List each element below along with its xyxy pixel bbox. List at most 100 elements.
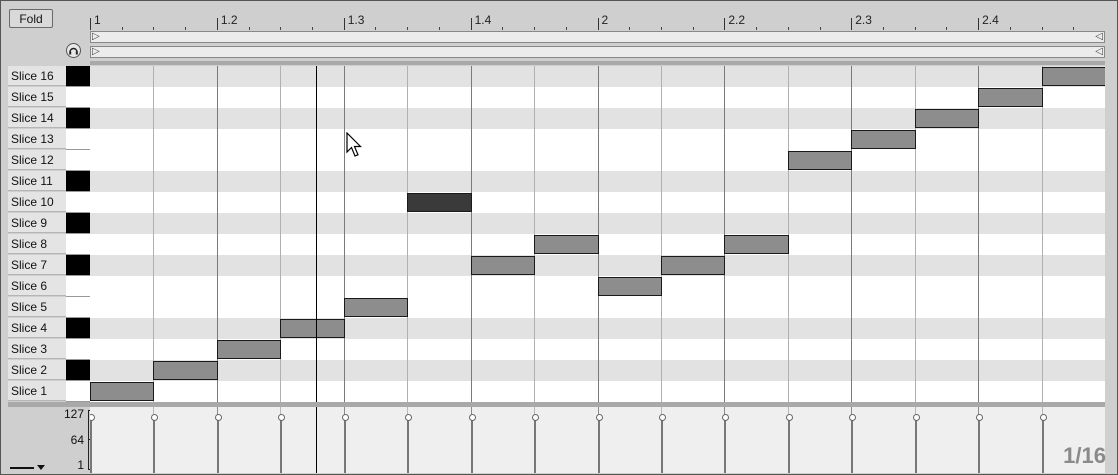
midi-note[interactable] <box>914 109 980 128</box>
fold-button[interactable]: Fold <box>9 9 53 28</box>
velocity-stem[interactable] <box>978 420 981 473</box>
velocity-stem[interactable] <box>407 420 410 473</box>
velocity-handle[interactable] <box>785 414 793 421</box>
slice-row-header[interactable]: Slice 4 <box>8 318 90 339</box>
velocity-stem[interactable] <box>914 420 917 473</box>
piano-key[interactable] <box>66 150 90 171</box>
slice-row-header[interactable]: Slice 1 <box>8 381 90 402</box>
piano-key[interactable] <box>66 381 90 402</box>
slice-key-column: Slice 16 Slice 15 Slice 14 Slice 13 Slice 12… <box>8 66 90 402</box>
velocity-handle[interactable] <box>405 414 413 421</box>
velocity-stem[interactable] <box>724 420 727 473</box>
midi-note[interactable] <box>153 361 218 380</box>
velocity-stem[interactable] <box>216 420 219 473</box>
slice-row-header[interactable]: Slice 6 <box>8 276 90 297</box>
time-ruler[interactable]: 1 1.2 1.3 1.4 2 2.2 2.3 2.4 <box>90 12 1105 30</box>
ruler-bar-label: 1.2 <box>220 13 238 27</box>
piano-key[interactable] <box>66 108 90 129</box>
velocity-stem[interactable] <box>153 420 156 473</box>
piano-key[interactable] <box>66 318 90 339</box>
velocity-stem[interactable] <box>597 420 600 473</box>
loop-end-marker[interactable]: ◁ <box>1095 32 1103 42</box>
velocity-handle[interactable] <box>1039 414 1047 421</box>
slice-row-header[interactable]: Slice 10 <box>8 192 90 213</box>
midi-note[interactable] <box>597 277 662 296</box>
piano-key[interactable] <box>66 297 90 318</box>
velocity-handle[interactable] <box>214 414 222 421</box>
ruler-bar-label: 2.2 <box>728 13 746 27</box>
velocity-stem[interactable] <box>280 420 283 473</box>
piano-key[interactable] <box>66 234 90 255</box>
start-end-brace[interactable]: ▷ ◁ <box>90 46 1105 58</box>
slice-row-header[interactable]: Slice 13 <box>8 129 90 150</box>
loop-start-marker[interactable]: ▷ <box>92 32 100 42</box>
ruler-minor-tick <box>946 27 948 30</box>
midi-note[interactable] <box>90 382 155 401</box>
loop-brace[interactable]: ▷ ◁ <box>90 31 1105 43</box>
midi-note[interactable] <box>978 88 1043 107</box>
midi-note[interactable] <box>660 256 726 275</box>
piano-key[interactable] <box>66 276 90 297</box>
piano-key[interactable] <box>66 192 90 213</box>
slice-row-header[interactable]: Slice 8 <box>8 234 90 255</box>
slice-row-header[interactable]: Slice 14 <box>8 108 90 129</box>
piano-key[interactable] <box>66 66 90 87</box>
piano-key[interactable] <box>66 171 90 192</box>
velocity-stem[interactable] <box>90 420 92 473</box>
grid-resolution-label[interactable]: 1/16 <box>1063 443 1106 469</box>
velocity-handle[interactable] <box>468 414 476 421</box>
velocity-stem[interactable] <box>534 420 537 473</box>
midi-note[interactable] <box>470 256 536 275</box>
velocity-handle[interactable] <box>912 414 920 421</box>
slice-row-header[interactable]: Slice 3 <box>8 339 90 360</box>
slice-row-header[interactable]: Slice 7 <box>8 255 90 276</box>
velocity-handle[interactable] <box>849 414 857 421</box>
velocity-stem[interactable] <box>1041 420 1044 473</box>
slice-label: Slice 13 <box>8 129 66 149</box>
preview-button[interactable] <box>66 43 81 58</box>
start-marker[interactable]: ▷ <box>92 47 100 57</box>
velocity-lane[interactable] <box>90 407 1105 473</box>
slice-row-header[interactable]: Slice 2 <box>8 360 90 381</box>
piano-key[interactable] <box>66 360 90 381</box>
velocity-stem[interactable] <box>851 420 854 473</box>
midi-note[interactable] <box>280 319 345 338</box>
midi-note[interactable] <box>787 151 853 170</box>
velocity-handle[interactable] <box>341 414 349 421</box>
piano-key[interactable] <box>66 339 90 360</box>
velocity-handle[interactable] <box>151 414 159 421</box>
lane-chooser-dropdown[interactable] <box>10 464 48 472</box>
midi-note-selected[interactable] <box>407 193 472 212</box>
midi-note[interactable] <box>534 235 599 254</box>
midi-note[interactable] <box>724 235 789 254</box>
piano-key[interactable] <box>66 129 90 150</box>
piano-key[interactable] <box>66 255 90 276</box>
slice-row-header[interactable]: Slice 16 <box>8 66 90 87</box>
slice-row-header[interactable]: Slice 12 <box>8 150 90 171</box>
end-marker[interactable]: ◁ <box>1095 47 1103 57</box>
ruler-minor-tick <box>787 27 789 30</box>
note-grid[interactable] <box>90 66 1105 402</box>
piano-key[interactable] <box>66 87 90 108</box>
mouse-pointer-icon <box>346 132 362 157</box>
velocity-stem[interactable] <box>343 420 346 473</box>
midi-note[interactable] <box>343 298 409 317</box>
midi-note[interactable] <box>851 130 916 149</box>
piano-key[interactable] <box>66 213 90 234</box>
velocity-handle[interactable] <box>278 414 286 421</box>
velocity-handle[interactable] <box>595 414 603 421</box>
slice-row-header[interactable]: Slice 11 <box>8 171 90 192</box>
midi-note[interactable] <box>216 340 282 359</box>
slice-row-header[interactable]: Slice 15 <box>8 87 90 108</box>
velocity-stem[interactable] <box>787 420 790 473</box>
velocity-handle[interactable] <box>658 414 666 421</box>
velocity-handle[interactable] <box>90 414 95 421</box>
velocity-handle[interactable] <box>976 414 984 421</box>
velocity-stem[interactable] <box>470 420 473 473</box>
velocity-handle[interactable] <box>532 414 540 421</box>
velocity-handle[interactable] <box>722 414 730 421</box>
slice-row-header[interactable]: Slice 5 <box>8 297 90 318</box>
midi-note[interactable] <box>1041 67 1105 86</box>
velocity-stem[interactable] <box>660 420 663 473</box>
slice-row-header[interactable]: Slice 9 <box>8 213 90 234</box>
